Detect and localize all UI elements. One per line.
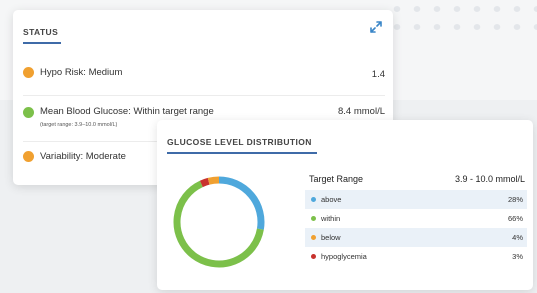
status-row-value: 8.4 mmol/L — [338, 106, 385, 117]
status-row-label: Variability: Moderate — [40, 151, 126, 162]
distribution-row-above: above 28% — [305, 190, 527, 209]
hypo-risk-dot-icon — [23, 67, 34, 78]
mean-glucose-dot-icon — [23, 107, 34, 118]
distribution-table: Target Range 3.9 - 10.0 mmol/L above 28%… — [305, 170, 527, 266]
distribution-row-value: 3% — [512, 252, 523, 261]
distribution-row-hypoglycemia: hypoglycemia 3% — [305, 247, 527, 266]
distribution-row-within: within 66% — [305, 209, 527, 228]
status-row-hypo-risk: Hypo Risk: Medium 1.4 — [23, 50, 385, 96]
donut-segment-hypoglycemia — [199, 177, 210, 188]
distribution-row-label: hypoglycemia — [321, 252, 367, 261]
within-dot-icon — [311, 216, 316, 221]
decorative-dots — [387, 0, 537, 40]
distribution-row-label: above — [321, 195, 342, 204]
donut-segment-below — [207, 176, 220, 185]
distribution-title-underline — [167, 152, 317, 154]
distribution-card-header: GLUCOSE LEVEL DISTRIBUTION — [157, 120, 533, 154]
distribution-card: GLUCOSE LEVEL DISTRIBUTION Target Range … — [157, 120, 533, 290]
distribution-row-label: within — [321, 214, 341, 223]
above-dot-icon — [311, 197, 316, 202]
variability-dot-icon — [23, 151, 34, 162]
status-row-subtext: (target range: 3.9–10.0 mmol/L) — [40, 122, 118, 128]
target-range-label: Target Range — [309, 174, 364, 184]
status-card-title: STATUS — [23, 27, 59, 37]
expand-arrows-icon[interactable] — [370, 21, 382, 33]
status-title-underline — [23, 42, 61, 44]
status-row-label: Hypo Risk: Medium — [40, 67, 123, 78]
target-range-value: 3.9 - 10.0 mmol/L — [454, 174, 525, 184]
status-row-value: 1.4 — [371, 69, 385, 80]
distribution-table-header: Target Range 3.9 - 10.0 mmol/L — [305, 170, 527, 190]
below-dot-icon — [311, 235, 316, 240]
status-card-header: STATUS — [13, 10, 393, 44]
donut-segment-above — [218, 176, 265, 230]
distribution-row-below: below 4% — [305, 228, 527, 247]
distribution-row-label: below — [321, 233, 341, 242]
distribution-row-value: 4% — [512, 233, 523, 242]
status-row-label: Mean Blood Glucose: Within target range — [40, 106, 214, 117]
distribution-card-title: GLUCOSE LEVEL DISTRIBUTION — [167, 137, 312, 147]
hypoglycemia-dot-icon — [311, 254, 316, 259]
distribution-donut-chart — [173, 176, 265, 268]
distribution-row-value: 66% — [507, 214, 523, 223]
distribution-row-value: 28% — [507, 195, 523, 204]
